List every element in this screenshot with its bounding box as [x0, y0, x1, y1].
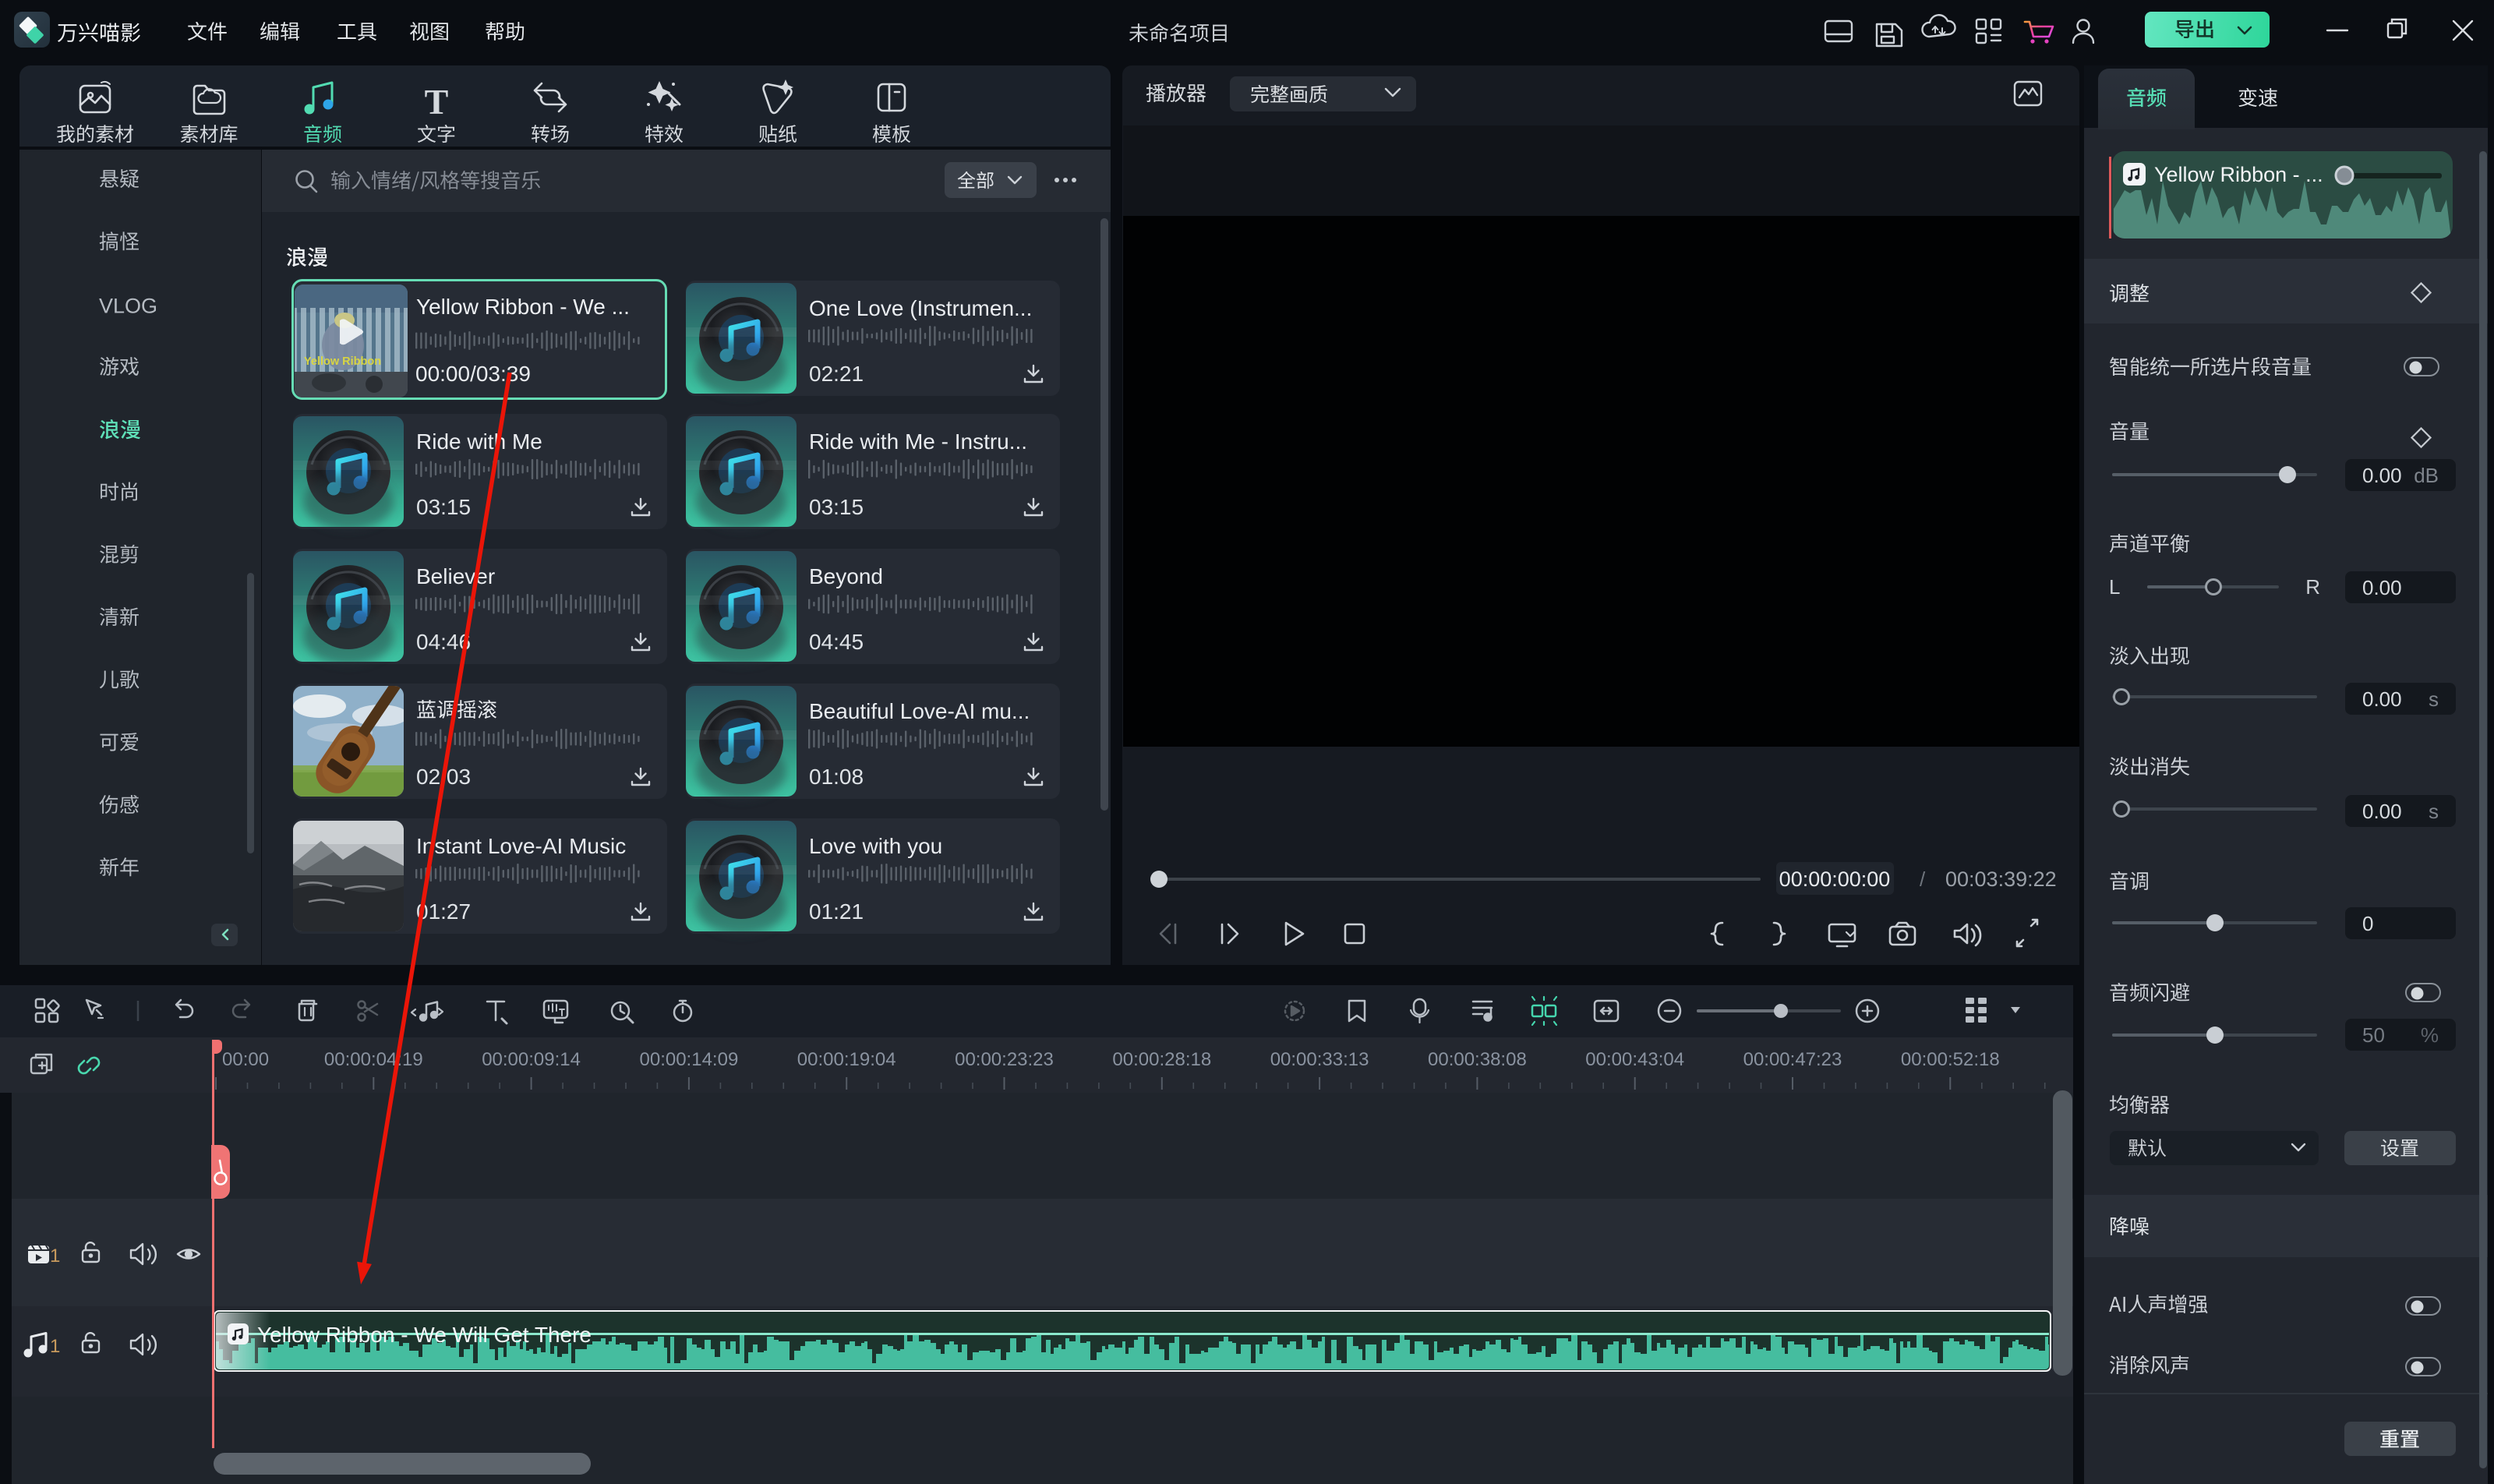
svg-text:%: %: [2421, 1023, 2439, 1047]
svg-text:00:00/03:39: 00:00/03:39: [415, 362, 531, 386]
svg-text:00:00:09:14: 00:00:09:14: [482, 1049, 581, 1070]
svg-text:Yellow Ribbon: Yellow Ribbon: [304, 355, 381, 368]
svg-text:Ride with Me: Ride with Me: [416, 429, 542, 454]
svg-text:00:00:00:00: 00:00:00:00: [1779, 867, 1891, 891]
svg-text:00:03:39:22: 00:03:39:22: [1945, 867, 2057, 891]
svg-text:VLOG: VLOG: [99, 295, 157, 318]
svg-text:Ride with Me - Instru...: Ride with Me - Instru...: [809, 429, 1027, 454]
svg-text:s: s: [2429, 687, 2439, 711]
svg-text:50: 50: [2362, 1023, 2385, 1047]
svg-text:s: s: [2429, 800, 2439, 823]
svg-text:Love with you: Love with you: [809, 834, 942, 858]
svg-text:T: T: [425, 82, 449, 122]
svg-text:0.00: 0.00: [2362, 464, 2402, 487]
svg-text:01:21: 01:21: [809, 899, 864, 924]
svg-text:00:00:38:08: 00:00:38:08: [1428, 1049, 1527, 1070]
svg-text:00:00:14:09: 00:00:14:09: [640, 1049, 739, 1070]
svg-text:01:08: 01:08: [809, 765, 864, 789]
svg-text:04:45: 04:45: [809, 630, 864, 654]
svg-text:00:00:23:23: 00:00:23:23: [955, 1049, 1054, 1070]
svg-text:0.00: 0.00: [2362, 576, 2402, 599]
svg-text:03:15: 03:15: [809, 495, 864, 519]
svg-text:0.00: 0.00: [2362, 687, 2402, 711]
svg-text:Instant Love-AI Music: Instant Love-AI Music: [416, 834, 626, 858]
svg-text:00:00:43:04: 00:00:43:04: [1585, 1049, 1684, 1070]
svg-text:00:00:04:19: 00:00:04:19: [324, 1049, 423, 1070]
svg-text:Yellow Ribbon - We Will Get Th: Yellow Ribbon - We Will Get There: [257, 1323, 592, 1347]
svg-text:00:00:19:04: 00:00:19:04: [797, 1049, 896, 1070]
svg-text:00:00: 00:00: [222, 1049, 269, 1070]
svg-text:Yellow Ribbon - ...: Yellow Ribbon - ...: [2154, 163, 2323, 186]
svg-text:00:00:52:18: 00:00:52:18: [1901, 1049, 2000, 1070]
svg-text:03:15: 03:15: [416, 495, 471, 519]
svg-text:0.00: 0.00: [2362, 800, 2402, 823]
svg-text:00:00:33:13: 00:00:33:13: [1270, 1049, 1369, 1070]
svg-text:1: 1: [50, 1246, 60, 1267]
svg-text:R: R: [2305, 575, 2320, 599]
svg-text:02:21: 02:21: [809, 362, 864, 386]
svg-text:1: 1: [50, 1336, 60, 1357]
svg-text:00:00:47:23: 00:00:47:23: [1743, 1049, 1842, 1070]
svg-text:dB: dB: [2414, 464, 2439, 487]
svg-text:Believer: Believer: [416, 564, 495, 588]
svg-text:Beautiful Love-AI mu...: Beautiful Love-AI mu...: [809, 699, 1030, 723]
svg-text:00:00:28:18: 00:00:28:18: [1112, 1049, 1211, 1070]
svg-text:L: L: [2109, 575, 2120, 599]
svg-text:/: /: [1920, 867, 1926, 891]
svg-text:Yellow Ribbon - We ...: Yellow Ribbon - We ...: [416, 295, 630, 319]
svg-text:Beyond: Beyond: [809, 564, 883, 588]
svg-text:One Love (Instrumen...: One Love (Instrumen...: [809, 296, 1032, 320]
svg-text:0: 0: [2362, 912, 2373, 935]
